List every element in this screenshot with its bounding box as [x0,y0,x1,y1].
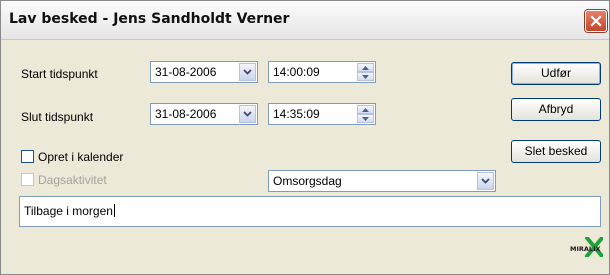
start-time-value: 14:00:09 [273,65,320,79]
besked-value: Tilbage i morgen [24,204,115,218]
spin-down-icon [362,75,369,79]
window-title: Lav besked - Jens Sandholdt Verner [9,11,290,27]
miralix-logo: MIRALIX [569,236,604,260]
end-date-dropdown-button[interactable] [239,105,256,123]
text-caret [113,204,115,217]
afbryd-button[interactable]: Afbryd [511,98,601,121]
start-time-label: Start tidspunkt [21,67,98,81]
end-time-spinner[interactable] [357,105,374,123]
slet-besked-button[interactable]: Slet besked [511,140,601,163]
besked-text-input[interactable]: Tilbage i morgen [19,196,601,227]
opret-kalender-label: Opret i kalender [38,150,124,164]
opret-kalender-checkbox[interactable] [21,150,34,163]
kategori-selected-value: Omsorgsdag [273,174,342,188]
start-time-spin-up[interactable] [357,63,374,72]
chevron-down-icon [243,69,252,75]
end-time-value: 14:35:09 [273,107,320,121]
end-time-spin-down[interactable] [357,114,374,123]
close-icon [590,15,602,27]
start-date-picker[interactable]: 31-08-2006 [150,61,258,83]
start-date-dropdown-button[interactable] [239,63,256,81]
dagsaktivitet-checkbox [21,173,34,186]
start-time-spin-down[interactable] [357,72,374,81]
spin-up-icon [362,108,369,112]
end-time-input[interactable]: 14:35:09 [268,103,376,125]
spin-down-icon [362,117,369,121]
close-button[interactable] [585,10,607,32]
end-time-spin-up[interactable] [357,105,374,114]
start-time-spinner[interactable] [357,63,374,81]
end-date-picker[interactable]: 31-08-2006 [150,103,258,125]
kategori-select[interactable]: Omsorgsdag [268,170,496,192]
end-time-label: Slut tidspunkt [21,110,94,124]
end-date-value: 31-08-2006 [155,107,217,121]
start-date-value: 31-08-2006 [155,65,217,79]
udfor-button[interactable]: Udfør [511,62,601,85]
besked-text: Tilbage i morgen [24,204,113,218]
logo-text: MIRALIX [570,245,601,253]
title-bar: Lav besked - Jens Sandholdt Verner [1,1,609,40]
kategori-dropdown-button[interactable] [477,172,494,190]
dialog-window: Lav besked - Jens Sandholdt Verner Start… [0,0,610,275]
chevron-down-icon [243,111,252,117]
chevron-down-icon [481,178,490,184]
start-time-input[interactable]: 14:00:09 [268,61,376,83]
dagsaktivitet-label: Dagsaktivitet [38,173,107,187]
spin-up-icon [362,66,369,70]
